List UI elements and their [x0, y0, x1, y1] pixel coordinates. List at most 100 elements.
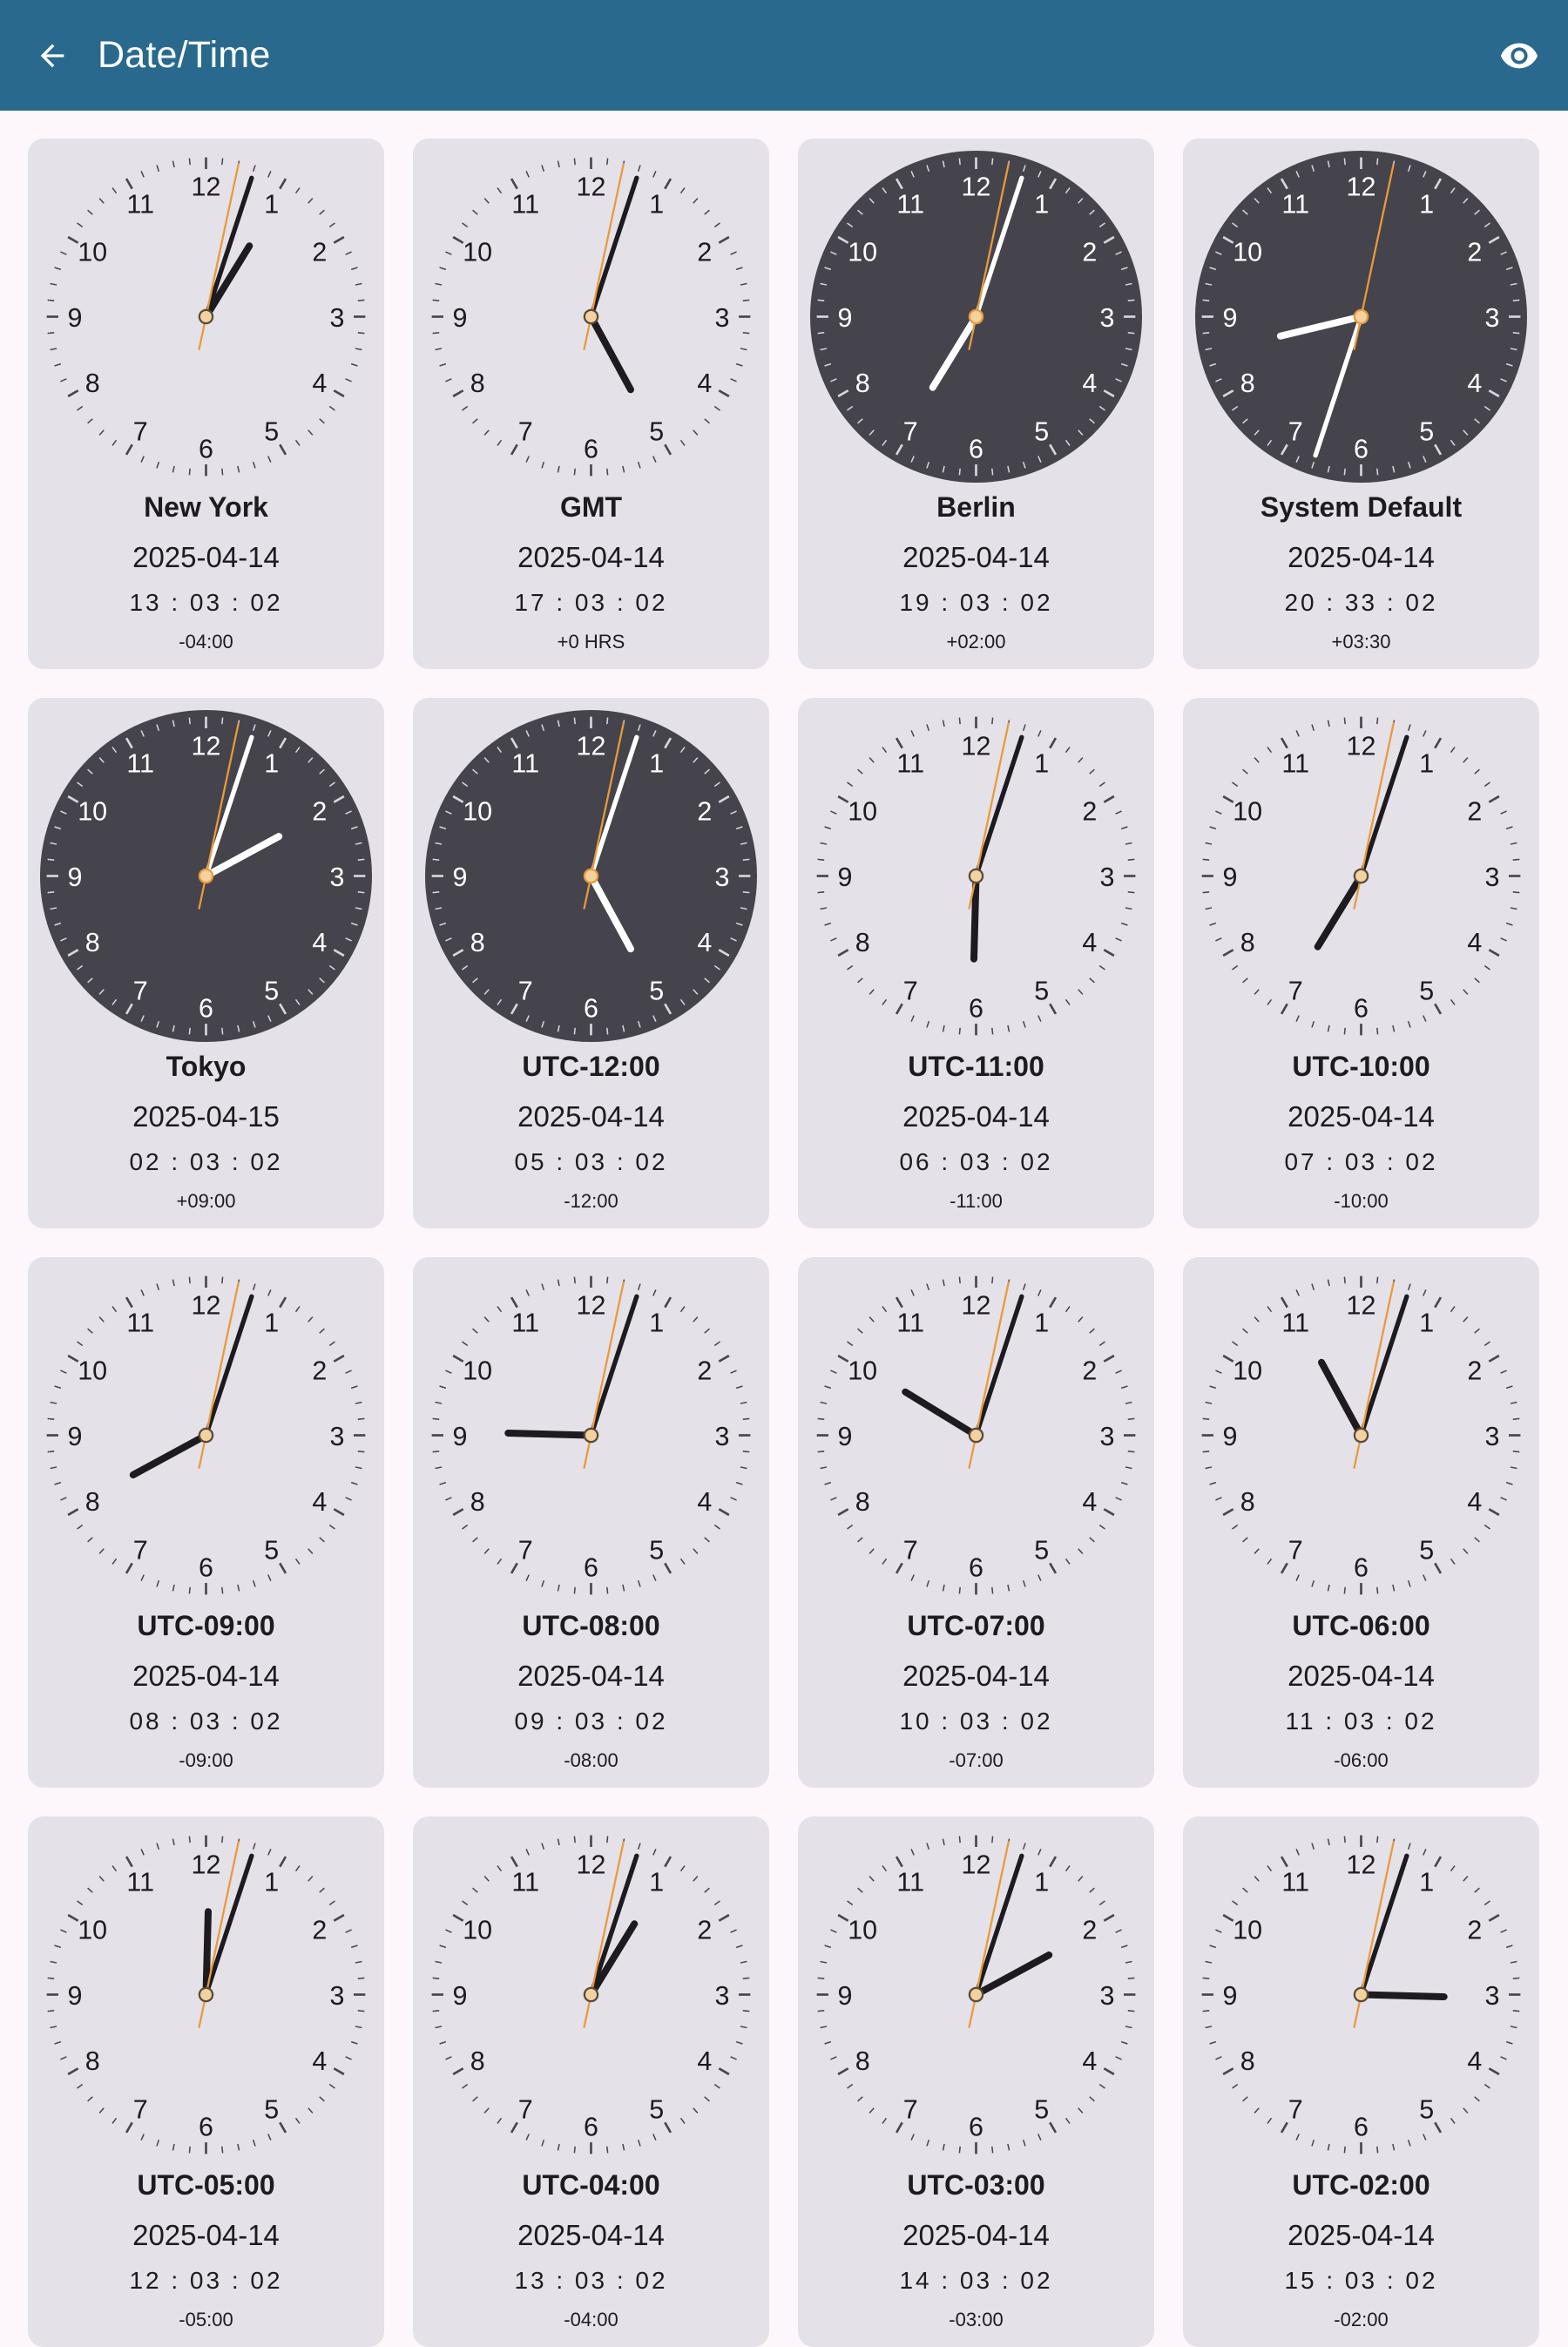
clock-tick [1343, 1836, 1346, 1843]
clock-city-label: UTC-06:00 [1292, 1610, 1430, 1641]
clock-tick [1512, 2010, 1520, 2012]
clock-tick [606, 1586, 609, 1594]
clock-tick [47, 1417, 55, 1420]
clock-tick [221, 158, 224, 166]
visibility-toggle-button[interactable] [1486, 23, 1552, 89]
clock-card[interactable]: 1 2 3 4 5 6 7 8 9 10 11 12 UTC-05:00 2025-04-14 12 : 0… [28, 1816, 384, 2347]
clock-numeral: 11 [1281, 1868, 1309, 1897]
clock-card[interactable]: 1 2 3 4 5 6 7 8 9 10 11 12 UTC-12:00 2025-04-14 05 : 0… [413, 698, 769, 1228]
clock-tick [357, 1417, 365, 1420]
clock-tick [221, 1027, 224, 1035]
clock-numeral: 7 [1288, 1535, 1303, 1565]
clock-card[interactable]: 1 2 3 4 5 6 7 8 9 10 11 12 New York 2025-04-14 13 : 03… [28, 139, 384, 669]
clock-numeral: 6 [1354, 993, 1369, 1023]
clock-numeral: 6 [584, 993, 598, 1023]
clock-digital-time: 14 : 03 : 02 [899, 2267, 1053, 2294]
clock-numeral: 3 [715, 303, 730, 333]
clock-city-label: Berlin [936, 491, 1016, 523]
clock-card[interactable]: 1 2 3 4 5 6 7 8 9 10 11 12 UTC-06:00 2025-04-14 11 : 0… [1183, 1257, 1539, 1788]
clock-numeral: 4 [312, 928, 327, 957]
clock-numeral: 3 [715, 1981, 730, 2011]
clock-center-pin [583, 1986, 599, 2003]
clock-tick [1376, 2146, 1379, 2154]
clock-numeral: 12 [192, 731, 221, 761]
clock-card[interactable]: 1 2 3 4 5 6 7 8 9 10 11 12 UTC-07:00 2025-04-14 10 : 0… [798, 1257, 1154, 1788]
clock-tick [991, 1276, 994, 1284]
clock-tick [1512, 299, 1520, 301]
clock-card[interactable]: 1 2 3 4 5 6 7 8 9 10 11 12 System Default 2025-04-14 2… [1183, 139, 1539, 669]
clock-tick [606, 468, 609, 476]
clock-numeral: 11 [511, 1868, 539, 1897]
clock-numeral: 7 [1288, 416, 1303, 446]
clock-tick [1376, 468, 1379, 476]
clock-numeral: 4 [1082, 1487, 1097, 1517]
clock-numeral: 3 [1100, 1981, 1115, 2011]
clock-card[interactable]: 1 2 3 4 5 6 7 8 9 10 11 12 UTC-02:00 2025-04-14 15 : 0… [1183, 1816, 1539, 2347]
clock-tick [188, 1586, 191, 1594]
clock-numeral: 11 [1281, 1309, 1309, 1338]
clock-card[interactable]: 1 2 3 4 5 6 7 8 9 10 11 12 UTC-08:00 2025-04-14 09 : 0… [413, 1257, 769, 1788]
clock-numeral: 4 [1082, 369, 1097, 398]
clock-numeral: 3 [1100, 303, 1115, 333]
clock-tick [221, 1586, 224, 1594]
clock-numeral: 9 [1223, 862, 1238, 892]
clock-city-label: GMT [559, 491, 623, 523]
clock-tick [1127, 891, 1135, 894]
analog-clock-face: 123456789101112 [425, 1269, 757, 1601]
clock-center-pin [968, 308, 984, 325]
clock-numeral: 5 [264, 2094, 279, 2124]
clock-tick [573, 468, 576, 476]
clock-numeral: 5 [1034, 2094, 1049, 2124]
clock-numeral: 4 [697, 2046, 712, 2076]
clock-card[interactable]: 1 2 3 4 5 6 7 8 9 10 11 12 Tokyo 2025-04-15 02 : 03 : … [28, 698, 384, 1228]
clock-numeral: 3 [1485, 303, 1500, 333]
clock-tick [742, 299, 750, 301]
clock-tick [1376, 1836, 1379, 1843]
clock-tick [573, 2146, 576, 2154]
clock-numeral: 6 [969, 993, 983, 1023]
clock-tick [188, 1027, 191, 1035]
clock-numeral: 5 [1419, 416, 1434, 446]
clock-card[interactable]: 1 2 3 4 5 6 7 8 9 10 11 12 UTC-11:00 2025-04-14 06 : 0… [798, 698, 1154, 1228]
clock-utc-offset: -10:00 [1334, 1190, 1389, 1212]
clock-tick [432, 2010, 440, 2012]
clock-tick [606, 1836, 609, 1843]
clock-numeral: 5 [1419, 1535, 1434, 1565]
clock-tick [991, 1586, 994, 1594]
clock-card[interactable]: 1 2 3 4 5 6 7 8 9 10 11 12 UTC-09:00 2025-04-14 08 : 0… [28, 1257, 384, 1788]
clock-utc-offset: -02:00 [1334, 2309, 1389, 2330]
clock-numeral: 10 [463, 238, 492, 267]
clock-numeral: 2 [697, 1356, 712, 1386]
clock-tick [1376, 1027, 1379, 1035]
clock-card[interactable]: 1 2 3 4 5 6 7 8 9 10 11 12 UTC-10:00 2025-04-14 07 : 0… [1183, 698, 1539, 1228]
clock-numeral: 1 [1034, 749, 1049, 779]
clock-numeral: 5 [1419, 2094, 1434, 2124]
clock-card[interactable]: 1 2 3 4 5 6 7 8 9 10 11 12 UTC-04:00 2025-04-14 13 : 0… [413, 1816, 769, 2347]
clock-numeral: 11 [511, 1309, 539, 1338]
clock-center-pin [198, 868, 214, 884]
clock-numeral: 10 [848, 797, 877, 827]
clock-numeral: 7 [518, 416, 533, 446]
clock-tick [1376, 1586, 1379, 1594]
clock-numeral: 9 [68, 1981, 83, 2011]
clock-numeral: 1 [1419, 1868, 1434, 1897]
clock-numeral: 4 [312, 2046, 327, 2076]
clock-card[interactable]: 1 2 3 4 5 6 7 8 9 10 11 12 GMT 2025-04-14 17 : 03 : 02… [413, 139, 769, 669]
clock-numeral: 9 [453, 1981, 468, 2011]
clock-tick [1343, 2146, 1346, 2154]
clock-numeral: 5 [649, 2094, 664, 2124]
clock-tick [573, 717, 576, 725]
clock-numeral: 12 [1347, 1290, 1376, 1320]
clock-city-label: New York [144, 491, 268, 523]
clock-date: 2025-04-14 [902, 1100, 1050, 1133]
clock-card[interactable]: 1 2 3 4 5 6 7 8 9 10 11 12 Berlin 2025-04-14 19 : 03 :… [798, 139, 1154, 669]
clock-numeral: 1 [264, 1868, 279, 1897]
clock-digital-time: 13 : 03 : 02 [129, 589, 283, 616]
clock-card[interactable]: 1 2 3 4 5 6 7 8 9 10 11 12 UTC-03:00 2025-04-14 14 : 0… [798, 1816, 1154, 2347]
clock-tick [1376, 158, 1379, 166]
clock-numeral: 11 [126, 190, 154, 220]
clock-numeral: 12 [577, 1850, 606, 1879]
clock-numeral: 10 [463, 797, 492, 827]
clock-city-label: UTC-11:00 [908, 1051, 1044, 1082]
back-button[interactable] [19, 23, 85, 89]
